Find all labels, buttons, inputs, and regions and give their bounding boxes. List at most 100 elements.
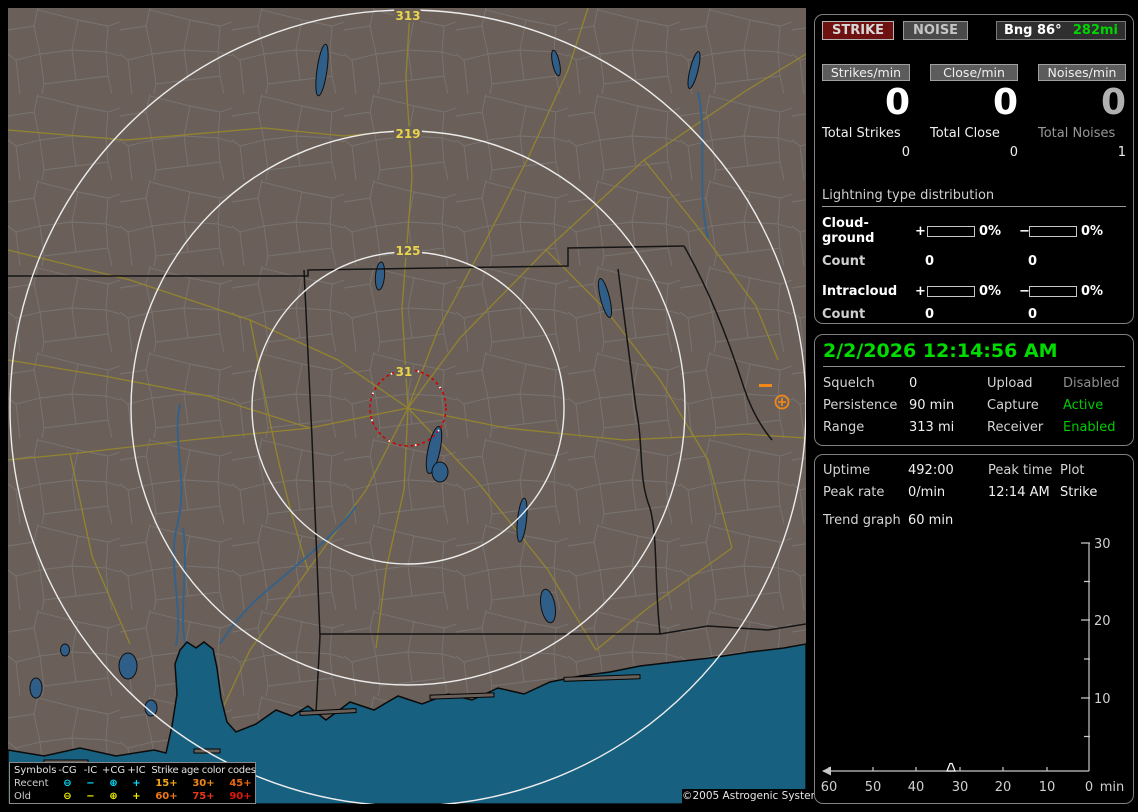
ic-positive-bar xyxy=(927,286,975,297)
recent-neg-ic-icon: − xyxy=(86,778,95,789)
peak-rate-label: Peak rate xyxy=(823,485,885,500)
total-noises-value: 1 xyxy=(1117,145,1126,160)
cg-negative-pct: 0% xyxy=(1081,223,1104,239)
legend-col-neg-cg: -CG xyxy=(58,765,77,776)
persistence-label: Persistence xyxy=(823,398,898,413)
recent-neg-cg-icon: ⊖ xyxy=(63,778,72,789)
x-tick-30: 30 xyxy=(952,780,969,795)
capture-label: Capture xyxy=(987,398,1039,413)
cg-negative-count: 0 xyxy=(1028,254,1038,269)
ic-negative-bar xyxy=(1029,286,1077,297)
strike-legend: Symbols -CG -IC +CG +IC Strike age color… xyxy=(9,762,256,804)
receiver-status-section: 2/2/2026 12:14:56 AM Squelch 0 Upload Di… xyxy=(814,334,1134,446)
ring-label-313: 313 xyxy=(395,9,420,23)
legend-old-label: Old xyxy=(14,791,31,802)
cg-positive-count: 0 xyxy=(925,254,935,269)
radar-map[interactable]: 313 219 125 31 xyxy=(8,8,806,804)
x-tick-0: 0 xyxy=(1085,780,1093,795)
trend-graph-value: 60 min xyxy=(908,513,954,528)
range-value: 313 mi xyxy=(909,420,955,435)
plot-value: Strike xyxy=(1060,485,1098,500)
old-neg-ic-icon: − xyxy=(86,791,95,802)
persistence-value: 90 min xyxy=(909,398,955,413)
radar-map-area[interactable]: 313 219 125 31 Symbols -CG -IC +CG +IC S… xyxy=(8,8,827,804)
trend-graph-label: Trend graph xyxy=(823,513,901,528)
strike-mode-button[interactable]: STRIKE xyxy=(822,21,895,40)
x-tick-10: 10 xyxy=(1039,780,1056,795)
receiver-label: Receiver xyxy=(987,420,1044,435)
ic-count-label: Count xyxy=(822,307,866,322)
peak-time-label: Peak time xyxy=(988,463,1053,478)
age-60-label: 60+ xyxy=(155,791,178,802)
y-tick-20: 20 xyxy=(1094,614,1111,629)
y-tick-10: 10 xyxy=(1094,692,1111,707)
total-noises-label: Total Noises xyxy=(1038,126,1116,141)
close-counter: Close/min 0 Total Close 0 xyxy=(930,64,1018,160)
range-label: Range xyxy=(823,420,865,435)
ring-label-125: 125 xyxy=(395,244,420,258)
age-75-label: 75+ xyxy=(192,791,215,802)
strike-counter-section: STRIKE NOISE Bng 86° 282mi Strikes/min 0… xyxy=(814,14,1134,324)
cg-negative-bar xyxy=(1029,225,1077,237)
ic-positive-pct: 0% xyxy=(979,284,1002,299)
ring-label-219: 219 xyxy=(395,127,420,141)
trend-axes xyxy=(823,542,1090,772)
x-tick-50: 50 xyxy=(865,780,882,795)
legend-age-header: Strike age color codes xyxy=(151,765,256,776)
minus-sign: − xyxy=(1019,284,1030,299)
y-tick-30: 30 xyxy=(1094,537,1111,552)
ring-label-31: 31 xyxy=(396,365,413,379)
age-15-label: 15+ xyxy=(155,778,178,789)
trend-chart: 30 20 10 60 50 40 30 20 10 0 min xyxy=(821,537,1125,795)
ic-negative-pct: 0% xyxy=(1081,284,1104,299)
noises-counter: Noises/min 0 Total Noises 1 xyxy=(1038,64,1126,160)
cg-count-label: Count xyxy=(822,254,866,269)
old-pos-cg-icon: ⊕ xyxy=(109,791,118,802)
close-per-min-button[interactable]: Close/min xyxy=(930,64,1018,81)
ic-negative-count: 0 xyxy=(1028,307,1038,322)
datetime-display: 2/2/2026 12:14:56 AM xyxy=(823,340,1125,367)
total-strikes-label: Total Strikes xyxy=(822,126,901,141)
uptime-label: Uptime xyxy=(823,463,871,478)
legend-col-pos-cg: +CG xyxy=(102,765,126,776)
x-axis-unit: min xyxy=(1100,780,1125,795)
intracloud-label: Intracloud xyxy=(822,284,898,299)
copyright-notice: ©2005 Astrogenic Systems xyxy=(682,789,827,804)
close-rate-value: 0 xyxy=(992,82,1018,123)
x-tick-40: 40 xyxy=(908,780,925,795)
plus-sign: + xyxy=(915,284,926,299)
x-tick-labels: 60 50 40 30 20 10 0 min xyxy=(821,780,1125,795)
old-neg-cg-icon: ⊖ xyxy=(63,791,72,802)
receiver-status: Enabled xyxy=(1063,420,1116,435)
app-window: 313 219 125 31 Symbols -CG -IC +CG +IC S… xyxy=(0,0,1138,812)
peak-time-value: 12:14 AM xyxy=(988,485,1050,500)
strikes-rate-value: 0 xyxy=(884,82,910,123)
strikes-per-min-button[interactable]: Strikes/min xyxy=(822,64,910,81)
bearing-range-value: 282mi xyxy=(1072,23,1118,38)
trend-section: Uptime 492:00 Peak time Plot Peak rate 0… xyxy=(814,454,1134,804)
lightning-distribution: Lightning type distribution Cloud-ground… xyxy=(822,188,1126,322)
recent-pos-cg-icon: ⊕ xyxy=(109,778,118,789)
axis-arrow-icon xyxy=(822,766,831,776)
peak-rate-value: 0/min xyxy=(908,485,946,500)
bearing-display: Bng 86° 282mi xyxy=(996,21,1126,40)
squelch-label: Squelch xyxy=(823,376,875,391)
ic-positive-count: 0 xyxy=(925,307,935,322)
bearing-label: Bng 86° xyxy=(1004,23,1062,38)
legend-symbols-header: Symbols xyxy=(14,765,57,776)
cg-positive-pct: 0% xyxy=(979,223,1002,239)
capture-status: Active xyxy=(1063,398,1104,413)
x-tick-20: 20 xyxy=(995,780,1012,795)
distribution-title: Lightning type distribution xyxy=(822,188,1126,207)
noises-per-min-button[interactable]: Noises/min xyxy=(1038,64,1126,81)
age-30-label: 30+ xyxy=(192,778,215,789)
plus-sign: + xyxy=(915,223,926,239)
noise-mode-button[interactable]: NOISE xyxy=(903,21,969,40)
uptime-value: 492:00 xyxy=(908,463,954,478)
x-tick-60: 60 xyxy=(821,780,838,795)
strikes-counter: Strikes/min 0 Total Strikes 0 xyxy=(822,64,910,160)
plot-label: Plot xyxy=(1060,463,1085,478)
noises-rate-value: 0 xyxy=(1100,82,1126,123)
old-pos-ic-icon: + xyxy=(132,791,141,802)
legend-recent-label: Recent xyxy=(14,778,49,789)
